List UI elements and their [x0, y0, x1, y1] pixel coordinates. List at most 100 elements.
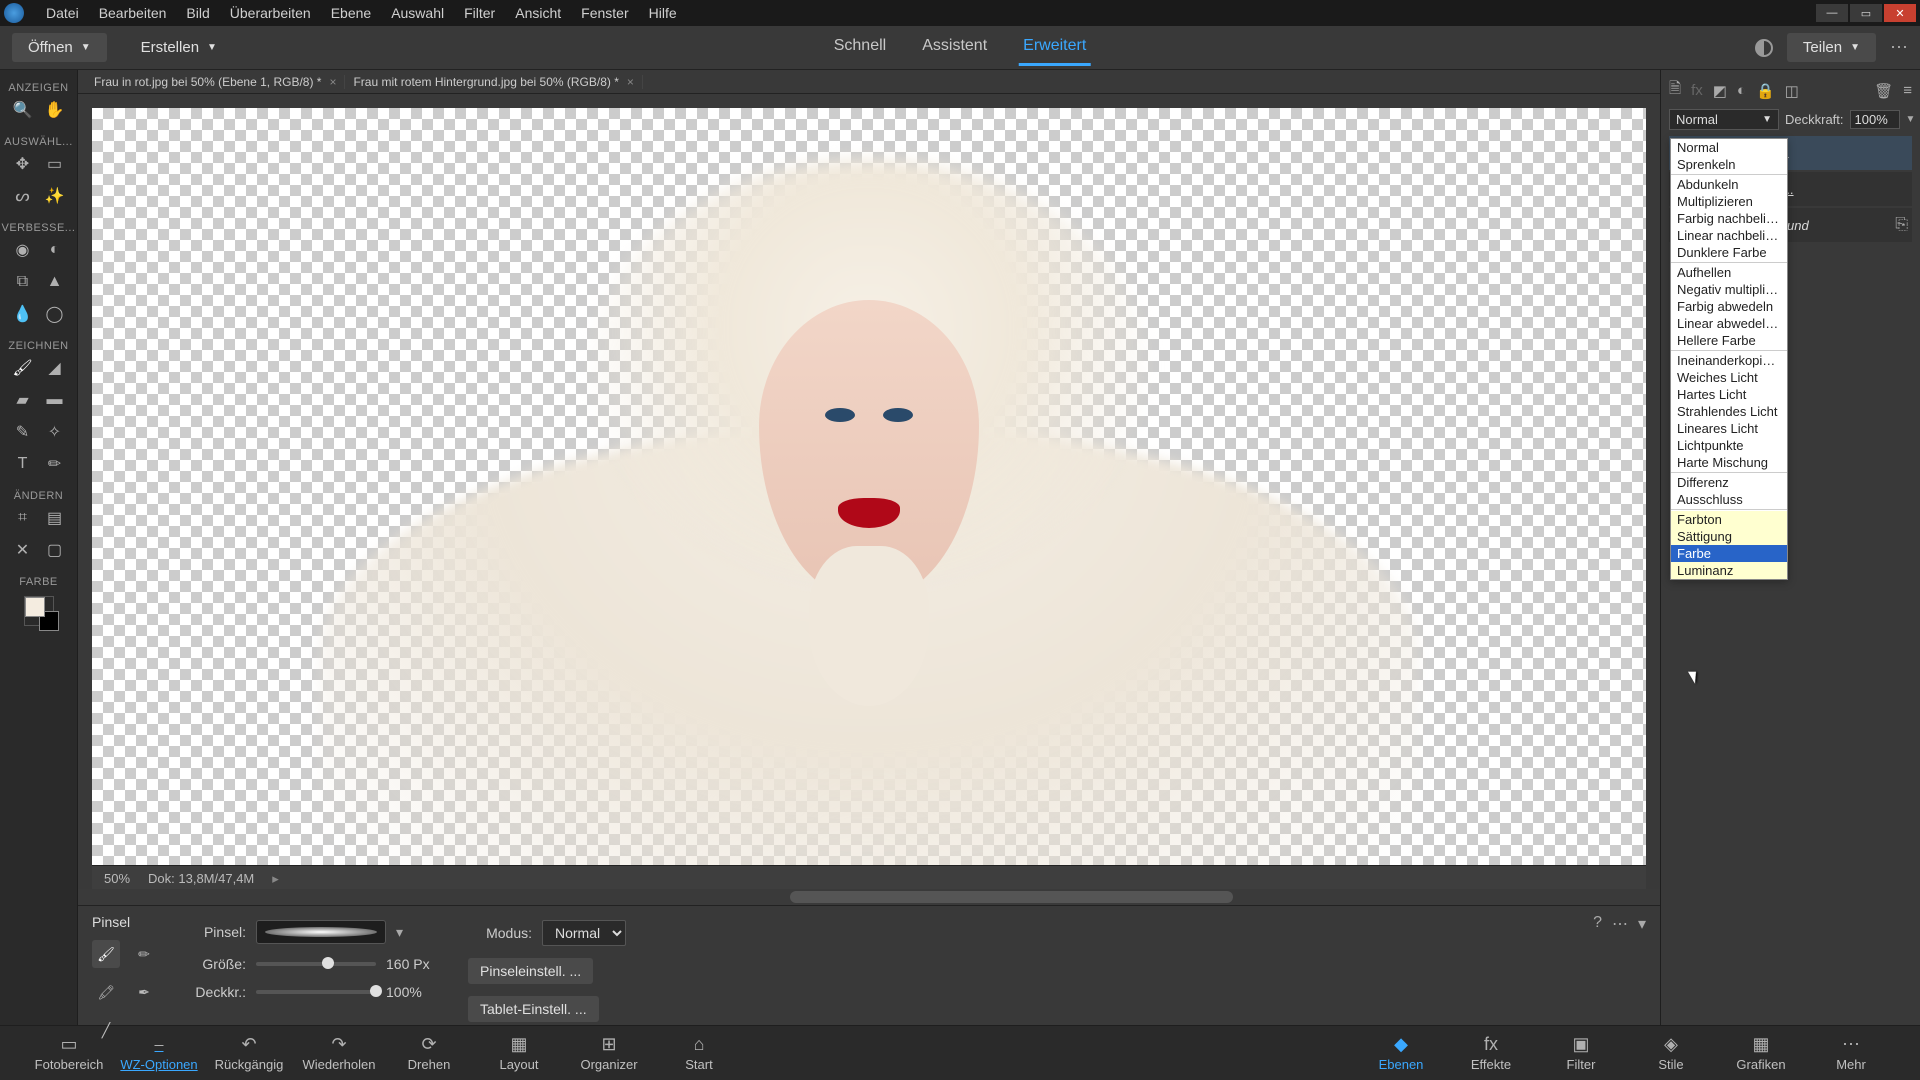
crop-tool[interactable]: ⌗ — [11, 506, 35, 530]
blend-option[interactable]: Strahlendes Licht — [1671, 403, 1787, 420]
dock-organizer[interactable]: ⊞Organizer — [564, 1034, 654, 1072]
stamp-tool[interactable]: ▲ — [43, 270, 67, 294]
blend-option[interactable]: Normal — [1671, 139, 1787, 156]
more-icon[interactable]: ⋯ — [1612, 914, 1628, 934]
blend-option[interactable]: Luminanz — [1671, 562, 1787, 579]
dock-filter[interactable]: ▣Filter — [1536, 1034, 1626, 1072]
mode-tab-schnell[interactable]: Schnell — [830, 29, 890, 66]
brush-tool[interactable]: 🖌 — [11, 356, 35, 380]
bucket-tool[interactable]: ▰ — [11, 388, 35, 412]
close-tab-icon[interactable]: × — [329, 75, 336, 89]
shape-tool[interactable]: ✧ — [43, 420, 67, 444]
brush-variant-2[interactable]: ✏ — [130, 940, 158, 968]
blend-option[interactable]: Ausschluss — [1671, 491, 1787, 508]
wand-tool[interactable]: ✨ — [43, 184, 67, 208]
blend-option[interactable]: Aufhellen — [1671, 264, 1787, 281]
zoom-level[interactable]: 50% — [104, 871, 130, 886]
size-slider[interactable] — [256, 962, 376, 966]
menu-bearbeiten[interactable]: Bearbeiten — [89, 5, 177, 21]
marquee-tool[interactable]: ▭ — [43, 152, 67, 176]
hand-tool[interactable]: ✋ — [43, 98, 67, 122]
menu-ansicht[interactable]: Ansicht — [505, 5, 571, 21]
blend-option[interactable]: Farbe — [1671, 545, 1787, 562]
dock-stile[interactable]: ◈Stile — [1626, 1034, 1716, 1072]
brush-preview[interactable] — [256, 920, 386, 944]
maximize-button[interactable]: ▭ — [1850, 4, 1882, 22]
blend-option[interactable]: Weiches Licht — [1671, 369, 1787, 386]
dock-effekte[interactable]: fxEffekte — [1446, 1034, 1536, 1072]
move-tool[interactable]: ✥ — [11, 152, 35, 176]
dock-mehr[interactable]: ⋯Mehr — [1806, 1034, 1896, 1072]
content-tool[interactable]: ▢ — [43, 538, 67, 562]
clone-tool[interactable]: ⧉ — [11, 270, 35, 294]
blend-option[interactable]: Lichtpunkte — [1671, 437, 1787, 454]
blend-option[interactable]: Farbig abwedeln — [1671, 298, 1787, 315]
dock-drehen[interactable]: ⟳Drehen — [384, 1034, 474, 1072]
blur-tool[interactable]: 💧 — [11, 302, 35, 326]
create-button[interactable]: Erstellen ▼ — [125, 33, 233, 62]
clip-icon[interactable]: ◫ — [1785, 82, 1799, 100]
sponge-tool[interactable]: ◯ — [43, 302, 67, 326]
menu-auswahl[interactable]: Auswahl — [381, 5, 454, 21]
brush-variant-4[interactable]: ✒ — [130, 978, 158, 1006]
straighten-tool[interactable]: ✕ — [11, 538, 35, 562]
pencil-tool[interactable]: ✏ — [43, 452, 67, 476]
blend-option[interactable]: Linear nachbelicht... — [1671, 227, 1787, 244]
dock-ebenen[interactable]: ◆Ebenen — [1356, 1034, 1446, 1072]
menu-ebene[interactable]: Ebene — [321, 5, 381, 21]
menu-icon[interactable]: ≡ — [1903, 82, 1912, 99]
blend-option[interactable]: Multiplizieren — [1671, 193, 1787, 210]
blend-option[interactable]: Differenz — [1671, 474, 1787, 491]
text-tool[interactable]: T — [11, 452, 35, 476]
menu-fenster[interactable]: Fenster — [571, 5, 638, 21]
eraser-tool[interactable]: ◢ — [43, 356, 67, 380]
brush-variant-3[interactable]: 🖍 — [92, 978, 120, 1006]
menu-bild[interactable]: Bild — [176, 5, 219, 21]
blend-option[interactable]: Hartes Licht — [1671, 386, 1787, 403]
dropdown-icon[interactable]: ▾ — [396, 924, 403, 941]
close-tab-icon[interactable]: × — [627, 75, 634, 89]
blend-option[interactable]: Ineinanderkopieren — [1671, 352, 1787, 369]
mode-tab-assistent[interactable]: Assistent — [918, 29, 991, 66]
picker-tool[interactable]: ✎ — [11, 420, 35, 444]
blend-option[interactable]: Farbig nachbelicht... — [1671, 210, 1787, 227]
status-arrow-icon[interactable]: ▸ — [272, 871, 279, 887]
blend-option[interactable]: Linear abwedeln (... — [1671, 315, 1787, 332]
blend-option[interactable]: Dunklere Farbe — [1671, 244, 1787, 261]
tablet-settings-button[interactable]: Tablet-Einstell. ... — [468, 996, 599, 1022]
gradient-tool[interactable]: ▬ — [43, 388, 67, 412]
document-tab[interactable]: Frau mit rotem Hintergrund.jpg bei 50% (… — [345, 75, 642, 89]
brush-settings-button[interactable]: Pinseleinstell. ... — [468, 958, 593, 984]
trash-icon[interactable]: 🗑 — [1874, 82, 1893, 100]
layer-opacity-input[interactable] — [1850, 110, 1900, 129]
blend-mode-dropdown[interactable]: NormalSprenkelnAbdunkelnMultiplizierenFa… — [1670, 138, 1788, 580]
spot-tool[interactable]: ◐ — [43, 238, 67, 262]
help-icon[interactable]: ? — [1593, 914, 1602, 934]
lasso-tool[interactable]: ᔕ — [11, 184, 35, 208]
menu-hilfe[interactable]: Hilfe — [639, 5, 687, 21]
menu-datei[interactable]: Datei — [36, 5, 89, 21]
blend-option[interactable]: Negativ multiplizie... — [1671, 281, 1787, 298]
blend-option[interactable]: Hellere Farbe — [1671, 332, 1787, 349]
blend-option[interactable]: Lineares Licht — [1671, 420, 1787, 437]
dock-wiederholen[interactable]: ↷Wiederholen — [294, 1034, 384, 1072]
h-scrollbar[interactable] — [78, 889, 1660, 905]
document-tab[interactable]: Frau in rot.jpg bei 50% (Ebene 1, RGB/8)… — [86, 75, 345, 89]
close-button[interactable]: ✕ — [1884, 4, 1916, 22]
blend-mode-select[interactable]: Normal ▼ NormalSprenkelnAbdunkelnMultipl… — [1669, 109, 1779, 130]
collapse-icon[interactable]: ▾ — [1638, 914, 1646, 934]
new-layer-icon[interactable]: 🗎 — [1669, 78, 1681, 103]
more-icon[interactable]: ⋯ — [1890, 37, 1908, 58]
menu-überarbeiten[interactable]: Überarbeiten — [220, 5, 321, 21]
canvas[interactable] — [92, 108, 1646, 865]
caret-down-icon[interactable]: ▼ — [1906, 114, 1916, 125]
dock-start[interactable]: ⌂Start — [654, 1034, 744, 1072]
dock-layout[interactable]: ▦Layout — [474, 1034, 564, 1072]
brush-variant-5[interactable]: ╱ — [92, 1016, 120, 1044]
share-button[interactable]: Teilen ▼ — [1787, 33, 1876, 62]
mode-tab-erweitert[interactable]: Erweitert — [1019, 29, 1090, 66]
dock-rückgängig[interactable]: ↶Rückgängig — [204, 1034, 294, 1072]
blend-option[interactable]: Harte Mischung — [1671, 454, 1787, 471]
blend-option[interactable]: Sättigung — [1671, 528, 1787, 545]
mask-icon[interactable]: ◩ — [1713, 82, 1727, 100]
